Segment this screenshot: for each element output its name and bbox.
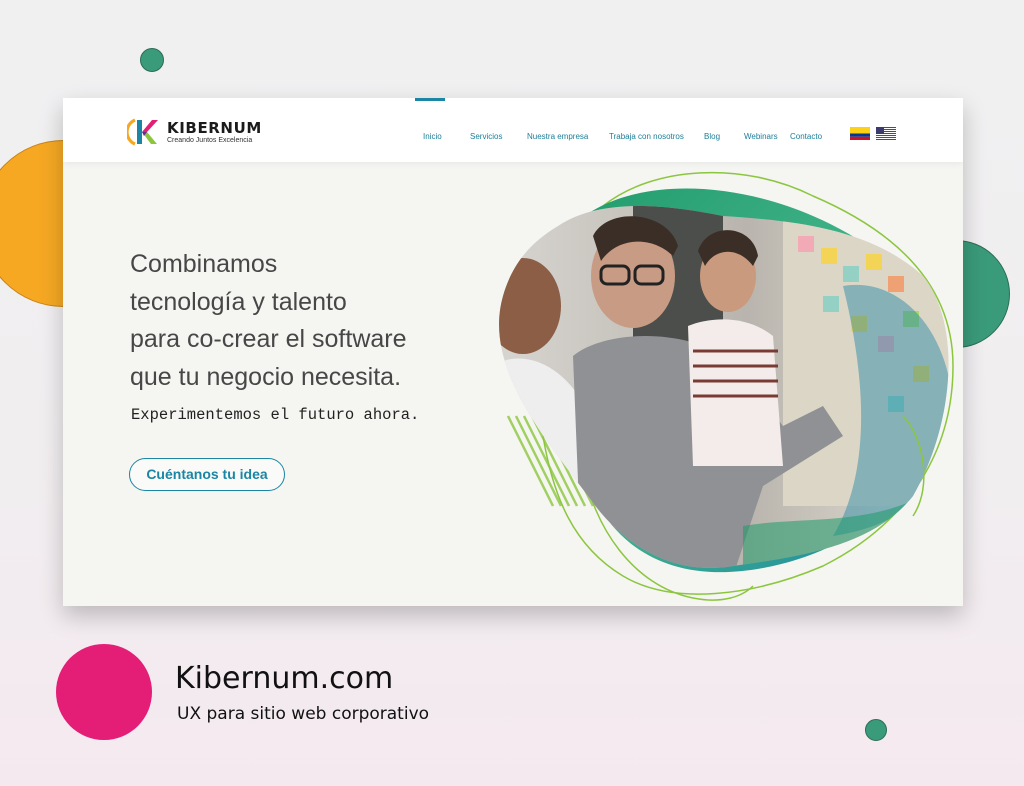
website-mockup: KIBERNUM Creando Juntos Excelencia Inici… — [63, 98, 963, 606]
nav-item-blog[interactable]: Blog — [704, 132, 720, 141]
caption-subtitle: UX para sitio web corporativo — [177, 704, 430, 724]
nav-item-webinars[interactable]: Webinars — [744, 132, 778, 141]
colombia-flag-icon[interactable] — [850, 127, 870, 140]
hero-subtitle: Experimentemos el futuro ahora. — [131, 406, 420, 424]
nav-item-inicio[interactable]: Inicio — [423, 132, 442, 141]
kibernum-logo-icon — [127, 118, 158, 146]
hero-title-line: para co-crear el software — [130, 325, 407, 353]
usa-flag-icon[interactable] — [876, 127, 896, 140]
nav-item-contacto[interactable]: Contacto — [790, 132, 822, 141]
nav-item-servicios[interactable]: Servicios — [470, 132, 502, 141]
brand-name: KIBERNUM — [167, 119, 262, 137]
active-tab-indicator — [415, 98, 445, 101]
kibernum-logo[interactable]: KIBERNUM Creando Juntos Excelencia — [127, 116, 267, 148]
hero-title-line: tecnología y talento — [130, 287, 347, 316]
caption-title: Kibernum.com — [175, 661, 394, 696]
hero-title-line: que tu negocio necesita. — [130, 362, 402, 391]
team-photo-icon — [499, 171, 954, 601]
decorative-green-dot — [865, 719, 887, 741]
brand-tagline: Creando Juntos Excelencia — [167, 137, 253, 144]
nav-item-nuestra-empresa[interactable]: Nuestra empresa — [527, 132, 588, 141]
navbar: KIBERNUM Creando Juntos Excelencia Inici… — [63, 98, 963, 162]
decorative-pink-circle — [56, 644, 152, 740]
hero-title-line: Combinamos — [130, 250, 278, 278]
hero-title: Combinamos tecnología y talento para co-… — [130, 246, 407, 396]
decorative-green-dot — [140, 48, 164, 72]
cuentanos-tu-idea-button[interactable]: Cuéntanos tu idea — [129, 458, 285, 491]
nav-item-trabaja-con-nosotros[interactable]: Trabaja con nosotros — [609, 132, 684, 141]
